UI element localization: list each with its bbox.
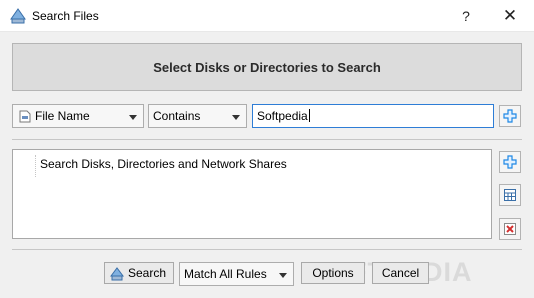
edit-location-button[interactable]	[499, 184, 521, 206]
search-value-text: Softpedia	[257, 109, 310, 123]
search-value-input[interactable]: Softpedia	[252, 104, 494, 128]
options-button[interactable]: Options	[301, 262, 365, 284]
match-rules-combo[interactable]: Match All Rules	[179, 262, 294, 286]
options-button-label: Options	[312, 266, 354, 280]
banner-label: Select Disks or Directories to Search	[153, 60, 381, 75]
window-title: Search Files	[32, 9, 99, 23]
file-name-icon	[19, 110, 31, 123]
chevron-down-icon	[129, 115, 137, 120]
add-rule-icon	[503, 109, 517, 123]
remove-location-icon	[504, 223, 516, 235]
title-bar: Search Files ? ✕	[0, 0, 534, 32]
remove-location-button[interactable]	[499, 218, 521, 240]
field-combo[interactable]: File Name	[12, 104, 144, 128]
match-rules-value: Match All Rules	[184, 267, 267, 281]
search-button-label: Search	[127, 266, 167, 280]
search-button[interactable]: Search	[104, 262, 174, 284]
add-location-icon	[503, 155, 517, 169]
divider	[12, 139, 522, 140]
chevron-down-icon	[279, 273, 287, 278]
select-locations-banner[interactable]: Select Disks or Directories to Search	[12, 43, 522, 91]
chevron-down-icon	[232, 115, 240, 120]
help-icon[interactable]: ?	[452, 0, 480, 32]
locations-list[interactable]: Search Disks, Directories and Network Sh…	[12, 149, 492, 239]
list-item[interactable]: Search Disks, Directories and Network Sh…	[35, 155, 491, 177]
search-icon	[110, 267, 124, 281]
divider	[12, 249, 522, 250]
operator-combo[interactable]: Contains	[148, 104, 247, 128]
list-item-label: Search Disks, Directories and Network Sh…	[40, 157, 287, 171]
close-icon[interactable]: ✕	[495, 0, 525, 32]
search-files-app-icon	[10, 8, 26, 24]
add-location-button[interactable]	[499, 151, 521, 173]
cancel-button[interactable]: Cancel	[372, 262, 429, 284]
add-rule-button[interactable]	[499, 105, 521, 127]
field-combo-value: File Name	[35, 109, 90, 123]
cancel-button-label: Cancel	[381, 266, 420, 280]
edit-location-icon	[504, 189, 516, 201]
operator-combo-value: Contains	[153, 109, 201, 123]
